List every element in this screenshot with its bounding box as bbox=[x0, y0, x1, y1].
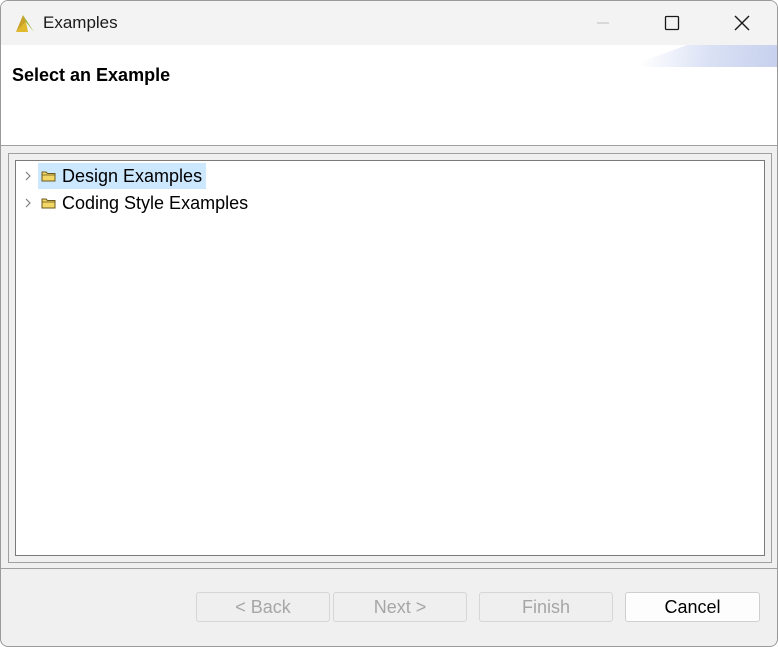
wizard-header: Select an Example bbox=[1, 45, 777, 146]
tree-item-design-examples[interactable]: Design Examples bbox=[16, 163, 207, 189]
tree-panel: Design Examples Coding Style Examples bbox=[8, 153, 772, 563]
tree-node[interactable]: Coding Style Examples bbox=[38, 190, 252, 216]
chevron-right-icon[interactable] bbox=[18, 163, 38, 189]
next-button[interactable]: Next > bbox=[333, 592, 467, 622]
maximize-button[interactable] bbox=[638, 1, 706, 45]
app-logo-icon bbox=[14, 12, 36, 34]
example-tree[interactable]: Design Examples Coding Style Examples bbox=[15, 160, 765, 556]
folder-icon bbox=[41, 170, 56, 182]
tree-node[interactable]: Design Examples bbox=[38, 163, 207, 189]
page-title: Select an Example bbox=[12, 65, 171, 85]
close-icon bbox=[734, 15, 750, 31]
minimize-button[interactable] bbox=[569, 1, 637, 45]
chevron-right-icon[interactable] bbox=[18, 190, 38, 216]
title-bar[interactable]: Examples bbox=[1, 1, 777, 45]
maximize-icon bbox=[664, 15, 680, 31]
cancel-button[interactable]: Cancel bbox=[625, 592, 760, 622]
finish-button[interactable]: Finish bbox=[479, 592, 613, 622]
examples-dialog: Examples Select an Example Design Exampl… bbox=[0, 0, 778, 647]
header-accent bbox=[627, 45, 777, 67]
back-button[interactable]: < Back bbox=[196, 592, 330, 622]
tree-item-coding-style-examples[interactable]: Coding Style Examples bbox=[16, 190, 252, 216]
folder-icon bbox=[41, 197, 56, 209]
minimize-icon bbox=[597, 22, 609, 24]
close-button[interactable] bbox=[708, 1, 776, 45]
divider bbox=[1, 568, 777, 569]
tree-item-label: Design Examples bbox=[62, 165, 203, 186]
tree-item-label: Coding Style Examples bbox=[62, 192, 249, 213]
window-title: Examples bbox=[43, 13, 118, 32]
